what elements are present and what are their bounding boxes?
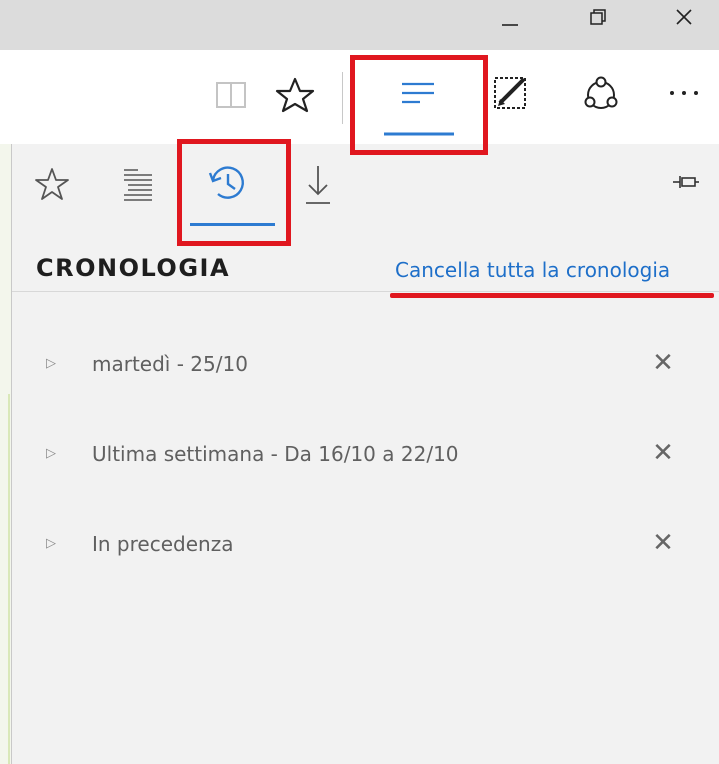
history-group-tuesday[interactable]: ▷ martedì - 25/10 ✕	[12, 338, 719, 398]
clear-history-link[interactable]: Cancella tutta la cronologia	[395, 258, 670, 282]
share-button[interactable]	[566, 50, 636, 144]
delete-group-icon[interactable]: ✕	[648, 348, 678, 378]
delete-group-icon[interactable]: ✕	[648, 438, 678, 468]
close-icon	[676, 9, 692, 25]
share-icon	[584, 76, 618, 109]
title-bar	[0, 0, 719, 50]
reading-view-button[interactable]	[200, 50, 270, 144]
pin-button[interactable]	[662, 152, 712, 232]
web-note-button[interactable]	[478, 50, 548, 144]
downloads-icon	[306, 166, 330, 204]
page-title: CRONOLOGIA	[36, 254, 231, 282]
expand-chevron-icon[interactable]: ▷	[46, 446, 56, 461]
tab-favorites[interactable]	[28, 152, 88, 232]
tab-downloads[interactable]	[290, 152, 350, 232]
history-group-last-week[interactable]: ▷ Ultima settimana - Da 16/10 a 22/10 ✕	[12, 428, 719, 488]
close-button[interactable]	[656, 0, 712, 50]
favorites-icon	[35, 168, 69, 200]
more-icon	[670, 91, 698, 95]
add-favorite-button[interactable]	[262, 50, 332, 144]
highlight-hub-button	[350, 55, 488, 155]
web-note-icon	[494, 77, 526, 109]
reading-view-icon	[216, 82, 246, 108]
history-group-label: In precedenza	[92, 532, 234, 556]
pin-icon	[673, 176, 699, 188]
highlight-clear-link	[390, 293, 714, 298]
page-edge-accent	[8, 394, 10, 764]
minimize-button[interactable]	[482, 0, 538, 50]
restore-button[interactable]	[570, 0, 626, 50]
highlight-history-tab	[177, 139, 291, 246]
toolbar-divider	[342, 72, 343, 124]
divider	[12, 291, 719, 292]
page-edge	[0, 144, 11, 764]
favorites-star-icon	[275, 77, 315, 113]
expand-chevron-icon[interactable]: ▷	[46, 536, 56, 551]
minimize-icon	[502, 24, 518, 26]
history-group-older[interactable]: ▷ In precedenza ✕	[12, 518, 719, 578]
history-group-label: martedì - 25/10	[92, 352, 248, 376]
more-button[interactable]	[654, 50, 719, 144]
tab-reading-list[interactable]	[108, 152, 168, 232]
history-group-label: Ultima settimana - Da 16/10 a 22/10	[92, 442, 459, 466]
restore-icon	[590, 9, 606, 25]
reading-list-icon	[124, 169, 152, 201]
expand-chevron-icon[interactable]: ▷	[46, 356, 56, 371]
delete-group-icon[interactable]: ✕	[648, 528, 678, 558]
